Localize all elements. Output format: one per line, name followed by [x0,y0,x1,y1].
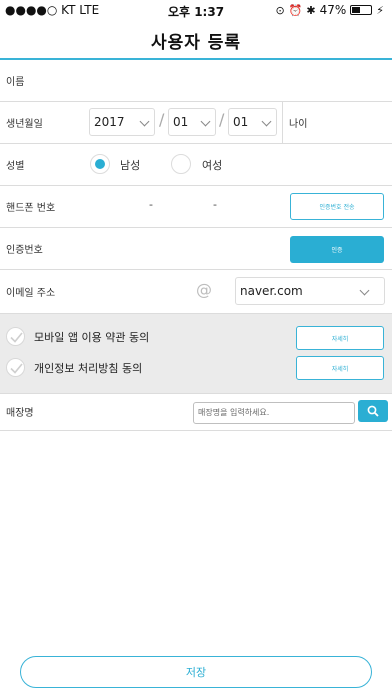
phone-separator: - [213,198,217,211]
phone-separator: - [149,198,153,211]
birth-year-select[interactable]: 2017 [89,108,155,136]
status-right: ⊙ ⏰ ✱ 47% ⚡ [275,3,384,17]
date-separator: / [159,110,165,129]
terms-detail-button[interactable]: 자세히 [296,326,384,350]
store-label: 매장명 [6,408,34,419]
code-row: 인증번호 인증 [0,228,392,270]
gender-row: 성별 남성 여성 [0,144,392,186]
verify-button[interactable]: 인증 [290,236,384,263]
gender-male-radio[interactable] [90,154,110,174]
gender-female-label[interactable]: 여성 [202,157,222,173]
email-domain-select[interactable]: naver.com [235,277,385,305]
check-icon [10,363,23,374]
email-label: 이메일 주소 [6,288,56,299]
terms-check[interactable] [6,327,25,346]
birth-month-value: 01 [173,115,189,129]
alarm-icon: ⏰ [288,3,303,17]
birth-day-value: 01 [233,115,249,129]
chevron-down-icon [200,116,211,127]
gender-male-label[interactable]: 남성 [120,157,140,173]
birth-month-select[interactable]: 01 [168,108,216,136]
name-label: 이름 [6,77,25,88]
chevron-down-icon [261,116,272,127]
send-code-button[interactable]: 인증번호 전송 [290,193,384,220]
at-icon: @ [196,280,212,299]
birth-day-select[interactable]: 01 [228,108,277,136]
battery-percent: 47% [319,3,347,17]
charging-icon: ⚡ [376,3,384,17]
chevron-down-icon [139,116,150,127]
status-bar: ●●●●○ KT LTE 오후 1:37 ⊙ ⏰ ✱ 47% ⚡ [0,0,392,22]
search-button[interactable] [358,400,388,422]
age-divider [282,102,283,144]
gender-label: 성별 [6,161,25,172]
age-label: 나이 [289,119,308,130]
page-title: 사용자 등록 [150,33,242,53]
search-icon [367,405,379,417]
privacy-check[interactable] [6,358,25,377]
gender-female-radio[interactable] [171,154,191,174]
code-label: 인증번호 [6,245,43,256]
date-separator: / [219,110,225,129]
email-domain-value: naver.com [240,284,303,298]
phone-row: 핸드폰 번호 - - 인증번호 전송 [0,186,392,228]
privacy-label: 개인정보 처리방침 동의 [34,362,143,375]
check-icon [10,332,23,343]
save-button[interactable]: 저장 [20,656,372,688]
battery-fill [352,7,361,13]
agreement-section: 모바일 앱 이용 약관 동의 자세히 개인정보 처리방침 동의 자세히 [0,314,392,394]
birth-row: 생년월일 2017 / 01 / 01 나이 [0,102,392,144]
battery-icon [350,5,373,15]
birth-year-value: 2017 [94,115,125,129]
phone-label: 핸드폰 번호 [6,203,56,214]
chevron-down-icon [359,285,370,296]
lock-rotation-icon: ⊙ [275,3,285,17]
privacy-detail-button[interactable]: 자세히 [296,356,384,380]
name-row[interactable]: 이름 [0,60,392,102]
birth-label: 생년월일 [6,119,43,130]
terms-label: 모바일 앱 이용 약관 동의 [34,331,150,344]
store-input[interactable]: 매장명을 입력하세요. [193,402,355,424]
bluetooth-icon: ✱ [306,3,316,17]
email-row: 이메일 주소 @ naver.com [0,270,392,314]
